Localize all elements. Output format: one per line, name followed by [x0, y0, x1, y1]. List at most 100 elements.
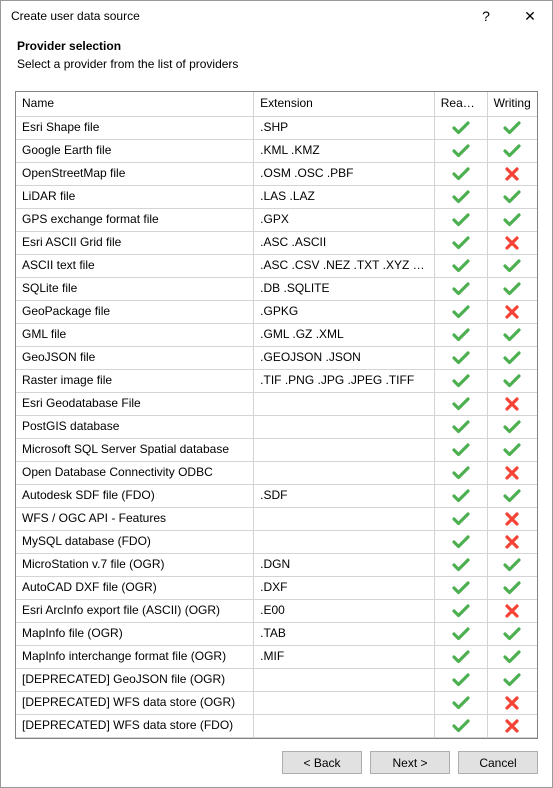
table-row[interactable]: Esri ArcInfo export file (ASCII) (OGR).E… [16, 599, 537, 622]
table-row[interactable]: Esri ASCII Grid file.ASC .ASCII [16, 231, 537, 254]
provider-name: Google Earth file [16, 139, 254, 162]
check-icon [503, 350, 521, 364]
provider-reading [434, 300, 487, 323]
col-header-reading[interactable]: Reading [434, 92, 487, 116]
provider-reading [434, 438, 487, 461]
provider-name: Esri Shape file [16, 116, 254, 139]
provider-name: GeoPackage file [16, 300, 254, 323]
close-button[interactable]: ✕ [508, 1, 552, 31]
provider-reading [434, 208, 487, 231]
check-icon [452, 350, 470, 364]
help-button[interactable]: ? [464, 1, 508, 31]
table-row[interactable]: [DEPRECATED] GeoJSON file (OGR) [16, 668, 537, 691]
col-header-name[interactable]: Name [16, 92, 254, 116]
providers-table: Name Extension Reading Writing Esri Shap… [16, 92, 537, 738]
provider-writing [487, 438, 537, 461]
provider-reading [434, 461, 487, 484]
table-row[interactable]: LiDAR file.LAS .LAZ [16, 185, 537, 208]
table-row[interactable]: MicroStation v.7 file (OGR).DGN [16, 553, 537, 576]
provider-extension: .DGN [254, 553, 435, 576]
next-button[interactable]: Next > [370, 751, 450, 774]
cross-icon [505, 235, 519, 249]
table-row[interactable]: MapInfo file (OGR).TAB [16, 622, 537, 645]
provider-name: GML file [16, 323, 254, 346]
check-icon [452, 189, 470, 203]
table-row[interactable]: GPS exchange format file.GPX [16, 208, 537, 231]
next-button-label: Next > [392, 756, 427, 770]
provider-name: Autodesk SDF file (FDO) [16, 484, 254, 507]
provider-extension: .OSM .OSC .PBF [254, 162, 435, 185]
check-icon [452, 672, 470, 686]
provider-extension [254, 392, 435, 415]
provider-extension: .ASC .ASCII [254, 231, 435, 254]
cross-icon [505, 603, 519, 617]
provider-name: MapInfo interchange format file (OGR) [16, 645, 254, 668]
provider-reading [434, 691, 487, 714]
table-row[interactable]: MySQL database (FDO) [16, 530, 537, 553]
check-icon [452, 534, 470, 548]
col-header-extension[interactable]: Extension [254, 92, 435, 116]
cross-icon [505, 304, 519, 318]
provider-writing [487, 346, 537, 369]
provider-reading [434, 346, 487, 369]
table-row[interactable]: OpenStreetMap file.OSM .OSC .PBF [16, 162, 537, 185]
provider-extension [254, 507, 435, 530]
provider-reading [434, 254, 487, 277]
table-row[interactable]: Google Earth file.KML .KMZ [16, 139, 537, 162]
check-icon [503, 189, 521, 203]
provider-extension: .TIF .PNG .JPG .JPEG .TIFF [254, 369, 435, 392]
provider-name: [DEPRECATED] WFS data store (FDO) [16, 714, 254, 737]
titlebar: Create user data source ? ✕ [1, 1, 552, 31]
table-row[interactable]: AutoCAD DXF file (OGR).DXF [16, 576, 537, 599]
table-row[interactable]: Raster image file.TIF .PNG .JPG .JPEG .T… [16, 369, 537, 392]
provider-writing [487, 323, 537, 346]
table-row[interactable]: SQLite file.DB .SQLITE [16, 277, 537, 300]
provider-name: MicroStation v.7 file (OGR) [16, 553, 254, 576]
provider-extension: .SHP [254, 116, 435, 139]
table-row[interactable]: Esri Geodatabase File [16, 392, 537, 415]
provider-extension [254, 438, 435, 461]
check-icon [503, 488, 521, 502]
table-row[interactable]: MapInfo interchange format file (OGR).MI… [16, 645, 537, 668]
provider-name: Open Database Connectivity ODBC [16, 461, 254, 484]
page-subtitle: Select a provider from the list of provi… [17, 55, 536, 71]
table-row[interactable]: [DEPRECATED] WFS data store (FDO) [16, 714, 537, 737]
table-row[interactable]: Open Database Connectivity ODBC [16, 461, 537, 484]
check-icon [452, 718, 470, 732]
provider-name: Esri ASCII Grid file [16, 231, 254, 254]
help-icon: ? [482, 8, 490, 24]
check-icon [452, 557, 470, 571]
table-row[interactable]: PostGIS database [16, 415, 537, 438]
check-icon [503, 672, 521, 686]
table-row[interactable]: [DEPRECATED] WFS data store (OGR) [16, 691, 537, 714]
provider-name: MapInfo file (OGR) [16, 622, 254, 645]
table-row[interactable]: WFS / OGC API - Features [16, 507, 537, 530]
provider-writing [487, 668, 537, 691]
table-row[interactable]: GeoPackage file.GPKG [16, 300, 537, 323]
table-row[interactable]: GML file.GML .GZ .XML [16, 323, 537, 346]
check-icon [503, 258, 521, 272]
provider-name: GPS exchange format file [16, 208, 254, 231]
provider-name: ASCII text file [16, 254, 254, 277]
col-header-writing[interactable]: Writing [487, 92, 537, 116]
provider-extension: .DB .SQLITE [254, 277, 435, 300]
dialog-window: Create user data source ? ✕ Provider sel… [0, 0, 553, 788]
table-row[interactable]: Esri Shape file.SHP [16, 116, 537, 139]
provider-writing [487, 691, 537, 714]
table-row[interactable]: Microsoft SQL Server Spatial database [16, 438, 537, 461]
check-icon [452, 120, 470, 134]
provider-reading [434, 507, 487, 530]
cross-icon [505, 396, 519, 410]
table-row[interactable]: ASCII text file.ASC .CSV .NEZ .TXT .XYZ … [16, 254, 537, 277]
check-icon [452, 465, 470, 479]
providers-table-frame: Name Extension Reading Writing Esri Shap… [15, 91, 538, 739]
check-icon [452, 419, 470, 433]
provider-reading [434, 622, 487, 645]
check-icon [503, 419, 521, 433]
cancel-button[interactable]: Cancel [458, 751, 538, 774]
provider-name: AutoCAD DXF file (OGR) [16, 576, 254, 599]
back-button[interactable]: < Back [282, 751, 362, 774]
table-row[interactable]: Autodesk SDF file (FDO).SDF [16, 484, 537, 507]
table-row[interactable]: GeoJSON file.GEOJSON .JSON [16, 346, 537, 369]
providers-table-scroll[interactable]: Name Extension Reading Writing Esri Shap… [16, 92, 537, 738]
